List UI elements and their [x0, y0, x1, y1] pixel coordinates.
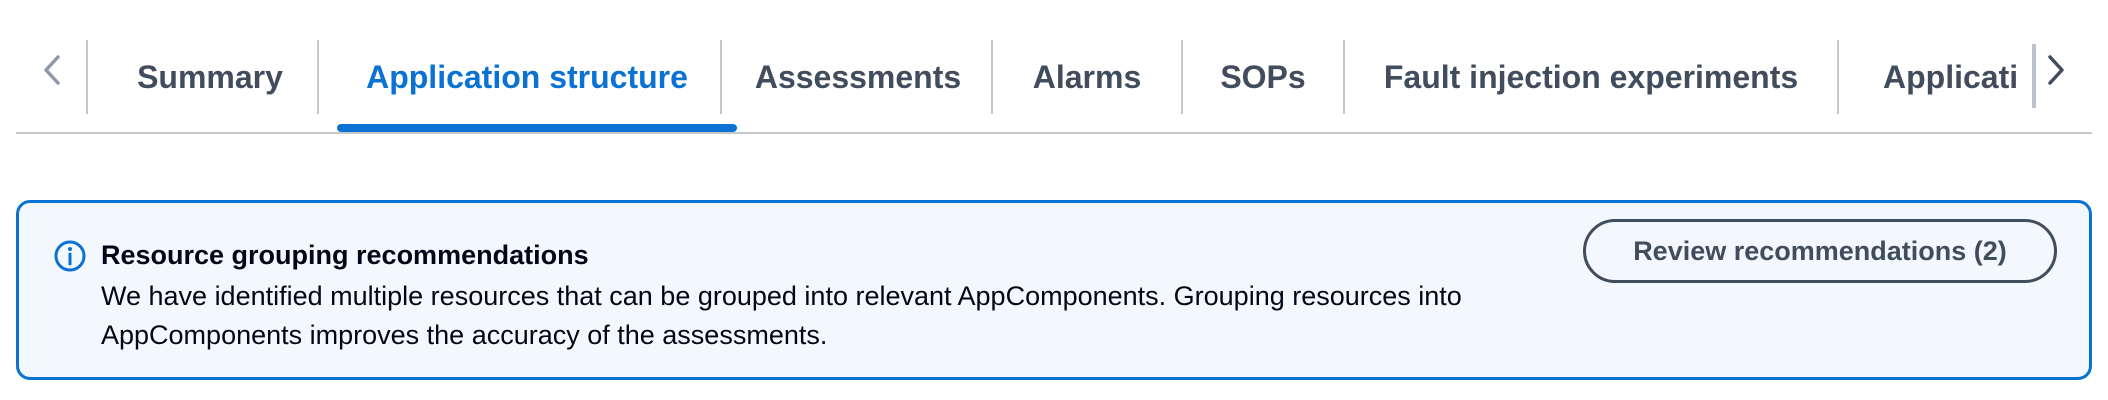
review-recommendations-button[interactable]: Review recommendations (2): [1583, 219, 2057, 283]
tab-separator: [1837, 40, 1839, 114]
tab-assessments[interactable]: Assessments: [722, 40, 994, 114]
chevron-right-icon: [2048, 55, 2064, 85]
tab-application-structure[interactable]: Application structure: [319, 40, 735, 114]
info-icon: [54, 240, 86, 272]
tab-applications[interactable]: Applicati: [1883, 40, 2032, 114]
scroll-left-button[interactable]: [28, 42, 76, 98]
chevron-left-icon: [44, 55, 60, 85]
tab-alarms[interactable]: Alarms: [993, 40, 1181, 114]
tab-fault-injection-experiments[interactable]: Fault injection experiments: [1345, 40, 1837, 114]
alert-title: Resource grouping recommendations: [101, 240, 589, 270]
info-alert: Resource grouping recommendations We hav…: [16, 200, 2092, 380]
tabs-bar: Summary Application structure Assessment…: [16, 0, 2092, 134]
tab-sops[interactable]: SOPs: [1183, 40, 1343, 114]
tab-summary[interactable]: Summary: [88, 40, 332, 114]
alert-message: We have identified multiple resources th…: [101, 281, 1462, 350]
scroll-right-button[interactable]: [2032, 42, 2080, 98]
active-tab-indicator: [337, 124, 737, 132]
